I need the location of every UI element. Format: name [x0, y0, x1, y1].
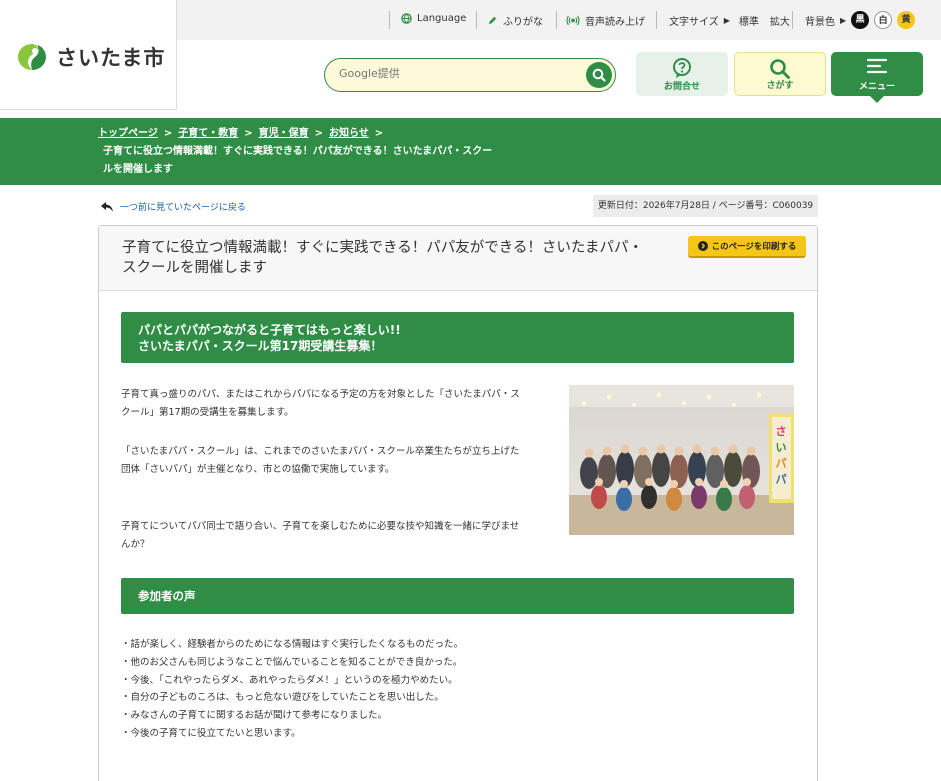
furigana-label: ふりがな: [503, 17, 543, 28]
voices-heading: 参加者の声: [121, 578, 794, 614]
organizer-paragraph: 「さいたまパパ・スクール」は、これまでのさいたまパパ・スクール卒業生たちが立ち上…: [121, 443, 519, 479]
list-item: ・今後、「これやったらダメ、あれやったらダメ！」というのを極力やめたい。: [121, 674, 458, 686]
breadcrumb-separator: >: [244, 128, 253, 139]
photo-banner-char-2: い: [776, 441, 787, 454]
chevron-circle-icon: [697, 241, 708, 251]
list-item: ・今後の子育てに役立てたいと思います。: [121, 727, 301, 739]
hamburger-menu-icon: [866, 58, 888, 74]
page-title-line2: スクールを開催します: [122, 260, 267, 276]
recruit-banner-line1: パパとパパがつながると子育てはもっと楽しい!!: [138, 323, 401, 337]
language-link[interactable]: Language: [401, 13, 466, 24]
menu-button[interactable]: メニュー: [831, 52, 923, 103]
globe-icon: [401, 13, 412, 24]
page-title: 子育てに役立つ情報満載！すぐに実践できる！パパ友ができる！さいたまパパ・ スクー…: [122, 238, 682, 278]
breadcrumb-current-line2: ルを開催します: [103, 164, 173, 175]
group-photo: さ い パ パ: [569, 385, 794, 535]
intro-line1: 子育て真っ盛りのパパ、またはこれからパパになる予定の方を対象とした「さいたまパパ…: [121, 389, 520, 400]
organizer-line1: 「さいたまパパ・スクール」は、これまでのさいたまパパ・スクール卒業生たちが立ち上…: [121, 446, 520, 457]
breadcrumb-link-top[interactable]: トップページ: [98, 128, 158, 139]
font-size-label: 文字サイズ: [669, 17, 719, 28]
furigana-link[interactable]: ふりがな: [487, 13, 543, 28]
search-input[interactable]: [339, 67, 579, 80]
inquiry-label: お問合せ: [663, 82, 700, 92]
print-button[interactable]: このページを印刷する: [688, 236, 806, 258]
language-label: Language: [417, 13, 467, 24]
bg-white-button[interactable]: 白: [874, 11, 893, 29]
recruit-banner: パパとパパがつながると子育てはもっと楽しい!! さいたまパパ・スクール第17期受…: [121, 312, 794, 363]
back-link[interactable]: 一つ前に見ていたページに戻る: [100, 200, 246, 213]
breadcrumb-link-parenting[interactable]: 育児・保育: [259, 128, 309, 139]
update-info: 更新日付：2026年7月28日 / ページ番号：C060039: [593, 195, 818, 217]
inquiry-button[interactable]: お問合せ: [636, 52, 728, 96]
breadcrumb-link-news[interactable]: お知らせ: [329, 128, 369, 139]
font-standard-button[interactable]: 標準: [739, 13, 759, 28]
menu-label: メニュー: [858, 82, 895, 92]
intro-line2: クール」第17期の受講生を募集します。: [121, 407, 294, 418]
invite-line1: 子育てについてパパ同士で語り合い、子育てを楽しむために必要な技や知識を一緒に学び…: [121, 521, 520, 532]
broadcast-icon: [566, 15, 580, 26]
site-logo[interactable]: さいたま市: [0, 0, 177, 110]
font-large-button[interactable]: 拡大: [770, 13, 790, 28]
organizer-line2: 団体「さいパパ」が主催となり、市との協働で実施しています。: [121, 464, 395, 475]
triangle-right-icon: ▶: [840, 15, 847, 25]
breadcrumb-separator: >: [314, 128, 323, 139]
search-button[interactable]: [586, 62, 612, 88]
bg-black-button[interactable]: 黒: [851, 11, 870, 29]
breadcrumb-band: トップページ > 子育て・教育 > 育児・保育 > お知らせ > 子育てに役立つ情報満載！すぐ…: [0, 118, 941, 185]
recruit-banner-line2: さいたまパパ・スクール第17期受講生募集！: [138, 339, 383, 353]
magnifier-icon: [770, 59, 790, 79]
invite-line2: んか？: [121, 539, 150, 550]
list-item: ・話が楽しく、経験者からのためになる情報はすぐ実行したくなるものだった。: [121, 639, 464, 650]
voice-label: 音声読み上げ: [585, 17, 645, 28]
breadcrumb: トップページ > 子育て・教育 > 育児・保育 > お知らせ > 子育てに役立つ情報満載！すぐ…: [98, 125, 538, 179]
bg-color-label: 背景色: [805, 16, 835, 28]
pencil-icon: [488, 16, 497, 25]
question-bubble-icon: [673, 58, 691, 78]
photo-banner-char-1: さ: [776, 425, 787, 438]
photo-banner-char-3: パ: [776, 457, 787, 470]
menu-pointer-icon: [870, 96, 884, 103]
back-link-label: 一つ前に見ていたページに戻る: [120, 203, 246, 213]
breadcrumb-separator: >: [374, 128, 384, 139]
find-label: さがす: [766, 81, 794, 91]
font-size-control: 文字サイズ ▶ 標準 拡大: [669, 13, 790, 28]
photo-banner-char-4: パ: [776, 473, 787, 486]
print-label: このページを印刷する: [711, 242, 797, 252]
intro-paragraph: 子育て真っ盛りのパパ、またはこれからパパになる予定の方を対象とした「さいたまパパ…: [121, 386, 520, 422]
logo-text: さいたま市: [56, 46, 166, 70]
search-icon: [592, 68, 606, 82]
title-box: 子育てに役立つ情報満載！すぐに実践できる！パパ友ができる！さいたまパパ・ スクー…: [99, 226, 817, 291]
bg-yellow-button[interactable]: 黄: [897, 11, 916, 29]
back-arrow-icon: [101, 201, 113, 212]
bg-color-control: 背景色 ▶ 黒 白 黄: [805, 11, 916, 29]
breadcrumb-separator: >: [163, 128, 173, 139]
list-item: ・他のお父さんも同じようなことで悩んでいることを知ることができ良かった。: [121, 656, 463, 668]
breadcrumb-current-line1: 子育てに役立つ情報満載！すぐに実践できる！パパ友ができる！さいたまパパ・スクー: [103, 146, 493, 157]
triangle-right-icon: ▶: [723, 16, 730, 25]
breadcrumb-link-childcare-education[interactable]: 子育て・教育: [178, 128, 238, 139]
city-emblem-icon: [18, 44, 46, 70]
voice-reader-link[interactable]: 音声読み上げ: [566, 13, 645, 28]
list-item: ・自分の子どものころは、もっと危ない遊びをしていたことを思い出した。: [121, 692, 444, 704]
invite-paragraph: 子育てについてパパ同士で語り合い、子育てを楽しむために必要な技や知識を一緒に学び…: [121, 518, 519, 554]
voices-list: ・話が楽しく、経験者からのためになる情報はすぐ実行したくなるものだった。 ・他の…: [121, 636, 463, 743]
list-item: ・みなさんの子育てに関するお話が聞けて参考になりました。: [121, 710, 388, 722]
page-title-line1: 子育てに役立つ情報満載！すぐに実践できる！パパ友ができる！さいたまパパ・: [122, 240, 643, 256]
find-button[interactable]: さがす: [734, 52, 826, 96]
site-search: [324, 58, 616, 92]
